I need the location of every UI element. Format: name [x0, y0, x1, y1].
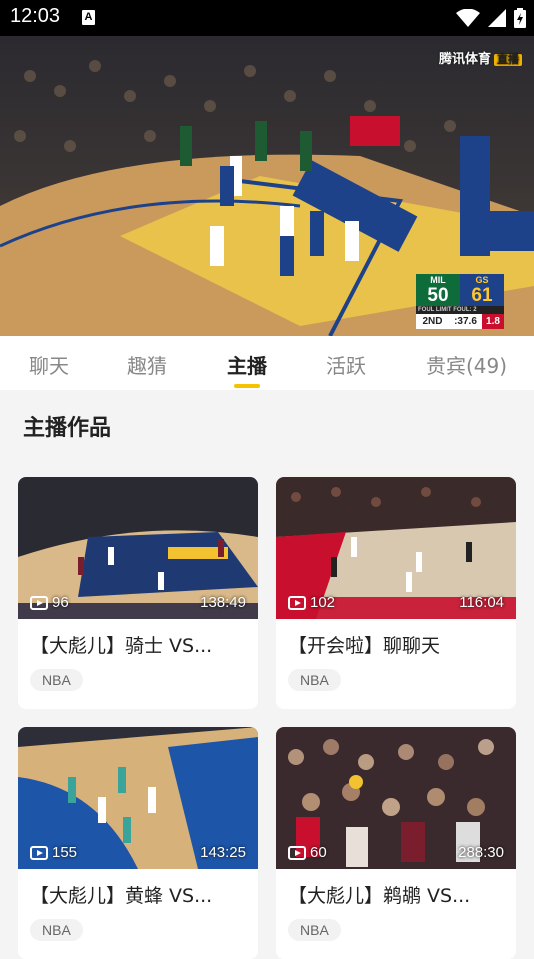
view-count-value: 96	[52, 594, 69, 611]
play-icon	[30, 845, 48, 860]
video-duration: 288:30	[458, 844, 504, 861]
video-thumbnail[interactable]: 102 116:04	[276, 477, 516, 619]
category-tag[interactable]: NBA	[288, 919, 341, 941]
signal-icon	[488, 9, 506, 27]
tab-vip[interactable]: 贵宾(49)	[426, 350, 507, 379]
live-badge: 直播	[494, 54, 522, 66]
view-count-value: 60	[310, 844, 327, 861]
video-duration: 138:49	[200, 594, 246, 611]
play-icon	[288, 595, 306, 610]
video-title[interactable]: 【大彪儿】鹈鹕 VS...	[288, 881, 508, 908]
video-thumbnail[interactable]: 96 138:49	[18, 477, 258, 619]
system-icons	[456, 8, 526, 28]
battery-icon	[514, 8, 526, 28]
play-icon	[30, 595, 48, 610]
quarter: 2ND	[422, 316, 443, 327]
watermark-text: 腾讯体育	[438, 51, 491, 66]
video-title[interactable]: 【大彪儿】骑士 VS...	[30, 631, 250, 658]
team1-score: 50	[427, 285, 449, 306]
game-clock: 2ND :37.6 1.8	[416, 314, 504, 329]
video-title[interactable]: 【开会啦】聊聊天	[288, 631, 508, 658]
live-video-player[interactable]: 腾讯体育 直播 MIL 50 GS 61 FOUL LIMIT FOUL: 2 2…	[0, 36, 534, 336]
tab-guess[interactable]: 趣猜	[127, 350, 167, 379]
tab-active[interactable]: 活跃	[326, 350, 366, 379]
video-thumbnail[interactable]: 155 143:25	[18, 727, 258, 869]
foul-info: FOUL LIMIT FOUL: 2	[416, 306, 504, 314]
tab-chat[interactable]: 聊天	[29, 350, 69, 379]
status-time: 12:03	[10, 5, 61, 27]
team1-block: MIL 50	[416, 274, 460, 306]
video-duration: 116:04	[459, 594, 504, 611]
scorebug: MIL 50 GS 61 FOUL LIMIT FOUL: 2 2ND :37.…	[416, 274, 508, 336]
broadcaster-watermark: 腾讯体育 直播	[439, 48, 522, 67]
video-title[interactable]: 【大彪儿】黄蜂 VS...	[30, 881, 250, 908]
view-count: 96	[30, 594, 69, 611]
video-card[interactable]: 60 288:30 【大彪儿】鹈鹕 VS... NBA	[276, 727, 516, 959]
category-tag[interactable]: NBA	[30, 669, 83, 691]
category-tag[interactable]: NBA	[30, 919, 83, 941]
video-card[interactable]: 155 143:25 【大彪儿】黄蜂 VS... NBA	[18, 727, 258, 959]
category-tag[interactable]: NBA	[288, 669, 341, 691]
video-duration: 143:25	[200, 844, 246, 861]
tab-anchor[interactable]: 主播	[227, 350, 267, 379]
tab-bar: 聊天 趣猜 主播 活跃 贵宾(49)	[0, 336, 534, 390]
view-count: 60	[288, 844, 327, 861]
notification-icon: A	[82, 10, 95, 25]
clock-time: :37.6	[454, 316, 477, 327]
play-icon	[288, 845, 306, 860]
video-card[interactable]: 96 138:49 【大彪儿】骑士 VS... NBA	[18, 477, 258, 709]
tab-indicator	[234, 384, 260, 388]
team2-score: 61	[471, 285, 493, 306]
video-thumbnail[interactable]: 60 288:30	[276, 727, 516, 869]
view-count: 102	[288, 594, 335, 611]
view-count-value: 155	[52, 844, 78, 861]
video-card[interactable]: 102 116:04 【开会啦】聊聊天 NBA	[276, 477, 516, 709]
view-count-value: 102	[310, 594, 336, 611]
wifi-icon	[456, 9, 480, 27]
view-count: 155	[30, 844, 77, 861]
shot-clock: 1.8	[482, 314, 504, 329]
team2-block: GS 61	[460, 274, 504, 306]
status-bar: 12:03 A	[0, 0, 534, 36]
section-title: 主播作品	[23, 416, 112, 441]
